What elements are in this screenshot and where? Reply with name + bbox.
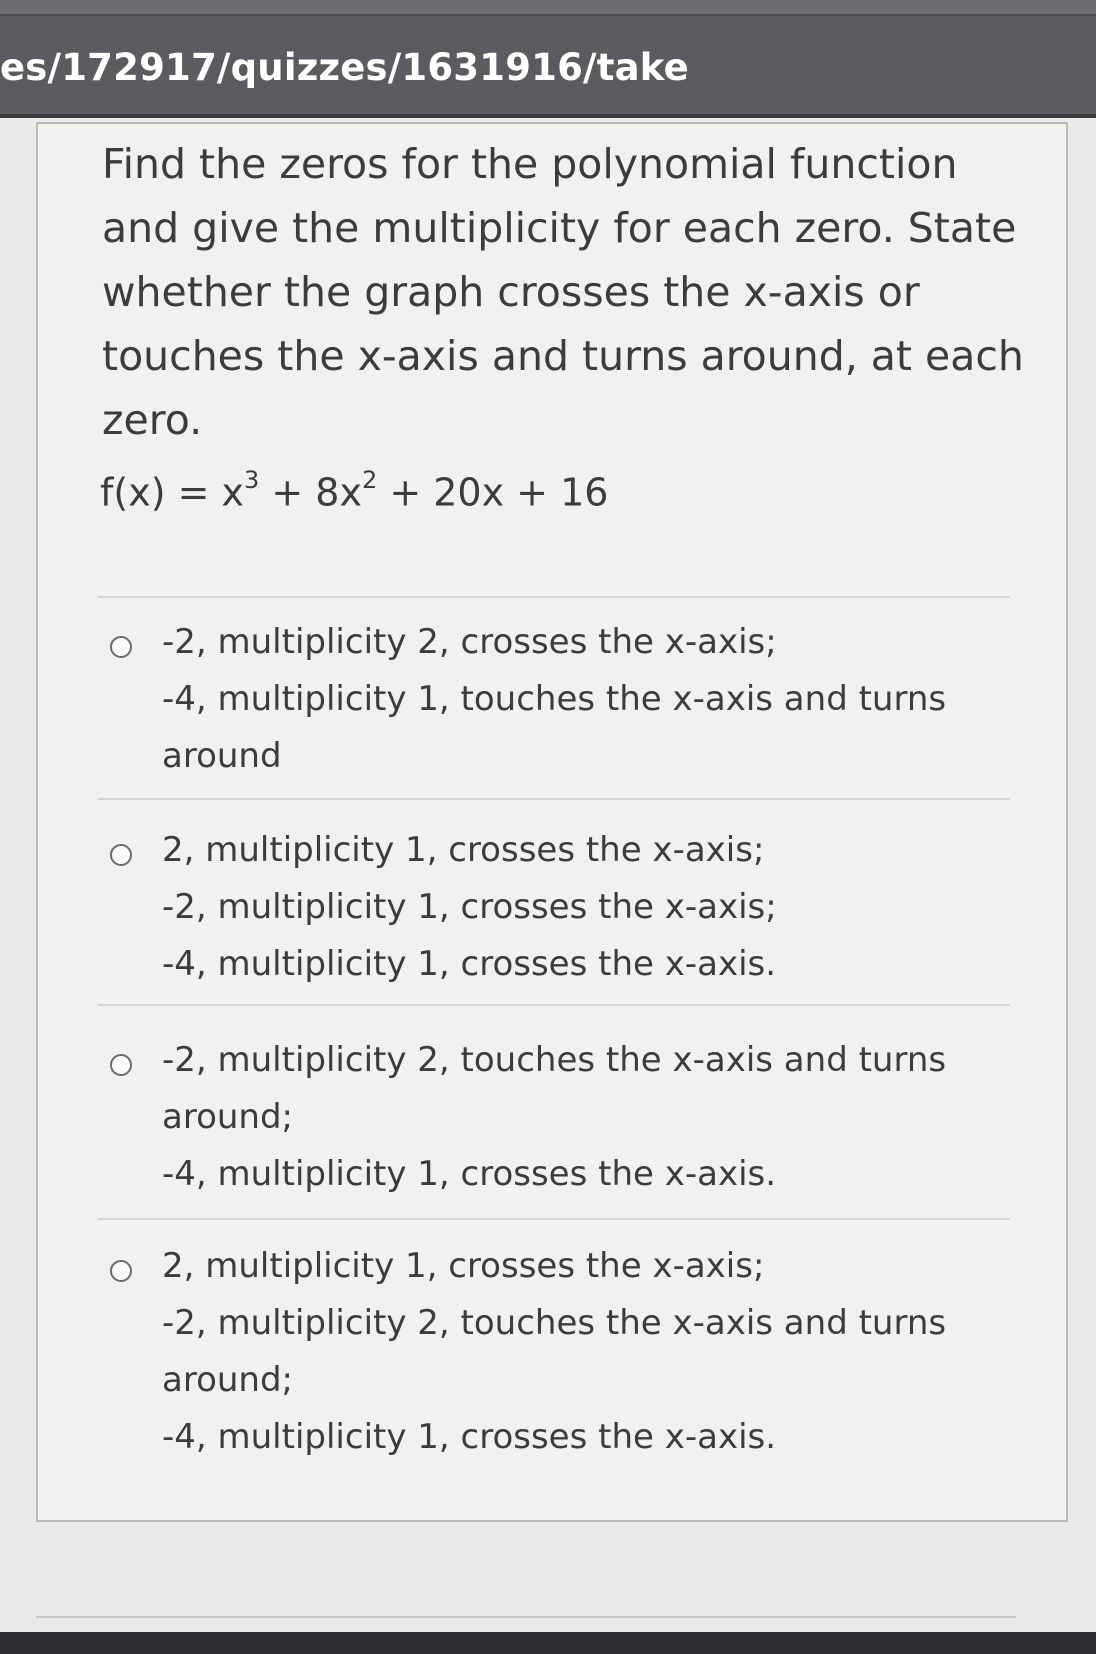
answer-line: -2, multiplicity 2, touches the x-axis a… bbox=[162, 1303, 947, 1343]
answer-line: -4, multiplicity 1, crosses the x-axis. bbox=[162, 1417, 777, 1457]
formula-middle: + 8x bbox=[259, 470, 362, 515]
radio-button[interactable] bbox=[110, 1054, 132, 1076]
answer-line: -4, multiplicity 1, crosses the x-axis. bbox=[162, 1154, 777, 1194]
answer-line: -4, multiplicity 1, touches the x-axis a… bbox=[162, 679, 947, 719]
polynomial-formula: f(x) = x3 + 8x2 + 20x + 16 bbox=[100, 466, 609, 515]
radio-button[interactable] bbox=[110, 844, 132, 866]
formula-prefix: f(x) = x bbox=[100, 470, 245, 515]
radio-button[interactable] bbox=[110, 1260, 132, 1282]
screen-bottom-edge bbox=[0, 1632, 1096, 1654]
answer-option-label[interactable]: -2, multiplicity 2, touches the x-axis a… bbox=[162, 1032, 962, 1203]
answer-option-label[interactable]: 2, multiplicity 1, crosses the x-axis; -… bbox=[162, 1238, 962, 1466]
answer-divider bbox=[98, 798, 1010, 800]
answer-line: 2, multiplicity 1, crosses the x-axis; bbox=[162, 830, 765, 870]
page-footer-divider bbox=[36, 1616, 1016, 1618]
answer-option-label[interactable]: 2, multiplicity 1, crosses the x-axis; -… bbox=[162, 822, 962, 993]
answer-line: -2, multiplicity 2, touches the x-axis a… bbox=[162, 1040, 947, 1080]
answer-divider bbox=[98, 1004, 1010, 1006]
formula-exponent-3: 3 bbox=[244, 466, 260, 494]
browser-url-bar[interactable]: es/172917/quizzes/1631916/take bbox=[0, 0, 1096, 118]
answer-divider bbox=[98, 1218, 1010, 1220]
answer-option-label[interactable]: -2, multiplicity 2, crosses the x-axis; … bbox=[162, 614, 962, 785]
browser-tab-strip bbox=[0, 0, 1096, 16]
answer-divider bbox=[98, 596, 1010, 598]
answer-line: -4, multiplicity 1, crosses the x-axis. bbox=[162, 944, 777, 984]
answer-line: around; bbox=[162, 1097, 294, 1137]
answer-line: 2, multiplicity 1, crosses the x-axis; bbox=[162, 1246, 765, 1286]
url-text[interactable]: es/172917/quizzes/1631916/take bbox=[0, 46, 689, 89]
answer-line: -2, multiplicity 2, crosses the x-axis; bbox=[162, 622, 777, 662]
question-text: Find the zeros for the polynomial functi… bbox=[102, 140, 1024, 444]
formula-suffix: + 20x + 16 bbox=[377, 470, 609, 515]
answer-line: -2, multiplicity 1, crosses the x-axis; bbox=[162, 887, 777, 927]
answer-line: around bbox=[162, 736, 282, 776]
formula-exponent-2: 2 bbox=[361, 466, 378, 494]
radio-button[interactable] bbox=[110, 636, 132, 658]
answer-line: around; bbox=[162, 1360, 294, 1400]
